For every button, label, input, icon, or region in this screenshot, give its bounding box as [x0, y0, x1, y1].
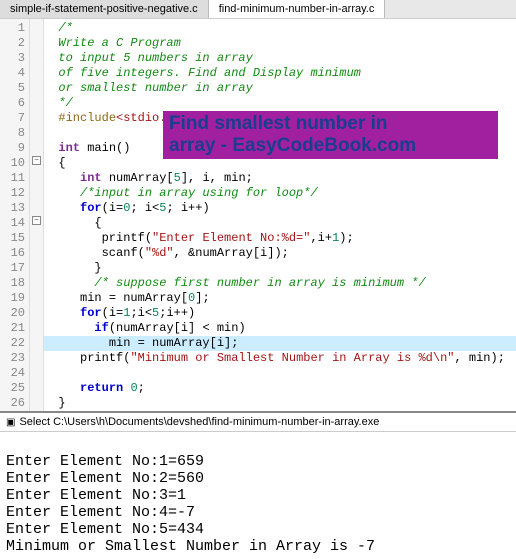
- comment: /*input in array using for loop*/: [80, 186, 318, 200]
- keyword: for: [80, 201, 102, 215]
- keyword: for: [80, 306, 102, 320]
- code-area[interactable]: /* Write a C Program to input 5 numbers …: [44, 19, 516, 411]
- string: "%d": [145, 246, 174, 260]
- keyword: return: [80, 381, 123, 395]
- tab-inactive[interactable]: simple-if-statement-positive-negative.c: [0, 0, 209, 18]
- console-title-bar[interactable]: ▣ Select C:\Users\h\Documents\devshed\fi…: [0, 411, 516, 432]
- console-line: Enter Element No:4=-7: [6, 504, 195, 521]
- line-gutter: 1234567891011121314151617181920212223242…: [0, 19, 30, 411]
- comment: /* suppose first number in array is mini…: [94, 276, 425, 290]
- fold-toggle-icon[interactable]: −: [32, 156, 41, 165]
- comment: of five integers. Find and Display minim…: [58, 66, 360, 80]
- console-icon: ▣: [6, 417, 15, 428]
- comment: or smallest number in array: [58, 81, 252, 95]
- string: "Enter Element No:%d=": [152, 231, 310, 245]
- keyword: int: [80, 171, 102, 185]
- fold-column: − −: [30, 19, 44, 411]
- console-line: Enter Element No:1=659: [6, 453, 204, 470]
- comment: Write a C Program: [58, 36, 180, 50]
- fold-toggle-icon[interactable]: −: [32, 216, 41, 225]
- console-line: Enter Element No:3=1: [6, 487, 186, 504]
- keyword: int: [58, 141, 80, 155]
- tab-active[interactable]: find-minimum-number-in-array.c: [209, 0, 386, 18]
- code-editor[interactable]: 1234567891011121314151617181920212223242…: [0, 19, 516, 411]
- comment: */: [58, 96, 72, 110]
- console-line: Minimum or Smallest Number in Array is -…: [6, 538, 375, 555]
- console-line: Enter Element No:5=434: [6, 521, 204, 538]
- tab-bar: simple-if-statement-positive-negative.c …: [0, 0, 516, 19]
- comment: to input 5 numbers in array: [58, 51, 252, 65]
- console-line: Enter Element No:2=560: [6, 470, 204, 487]
- console-output[interactable]: Enter Element No:1=659 Enter Element No:…: [0, 432, 516, 559]
- string: "Minimum or Smallest Number in Array is …: [130, 351, 454, 365]
- keyword: if: [94, 321, 108, 335]
- comment: /*: [58, 21, 72, 35]
- preprocessor: #include: [58, 111, 116, 125]
- watermark-overlay: Find smallest number in array - EasyCode…: [163, 111, 498, 159]
- highlighted-line: min = numArray[i];: [109, 336, 239, 350]
- console-title-text: Select C:\Users\h\Documents\devshed\find…: [19, 416, 379, 428]
